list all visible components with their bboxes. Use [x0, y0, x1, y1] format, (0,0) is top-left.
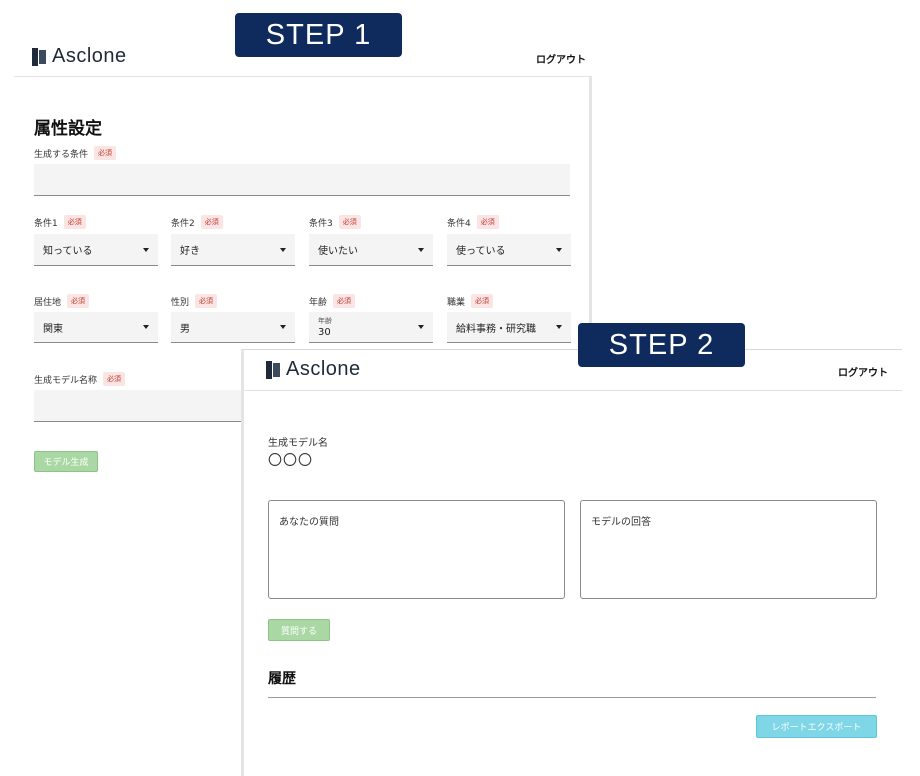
select-value: 30	[318, 327, 331, 338]
ask-question-button[interactable]: 質問する	[268, 619, 330, 641]
select-value: 男	[180, 323, 190, 335]
condition-3-label: 条件3 必須	[309, 215, 361, 229]
history-title: 履歴	[268, 671, 296, 687]
caret-down-icon	[280, 247, 286, 252]
field-label-text: 条件2	[171, 218, 195, 229]
textarea-placeholder: モデルの回答	[591, 517, 651, 528]
condition-4-label: 条件4 必須	[447, 215, 499, 229]
logo-mark-icon	[32, 47, 46, 66]
textarea-placeholder: あなたの質問	[279, 517, 339, 528]
occupation-label: 職業 必須	[447, 294, 494, 308]
required-badge: 必須	[338, 215, 361, 229]
required-badge: 必須	[333, 294, 356, 308]
field-label-text: 条件4	[447, 218, 471, 229]
logout-link[interactable]: ログアウト	[838, 364, 888, 379]
asclone-logo[interactable]: Asclone	[266, 358, 361, 381]
age-select[interactable]: 年齢 30	[309, 312, 433, 343]
field-label-text: 条件3	[309, 218, 333, 229]
logout-link[interactable]: ログアウト	[536, 51, 586, 66]
asclone-logo[interactable]: Asclone	[32, 45, 127, 68]
condition-2-label: 条件2 必須	[171, 215, 223, 229]
required-badge: 必須	[476, 215, 499, 229]
select-value: 知っている	[43, 246, 93, 257]
condition-4-select[interactable]: 使っている	[447, 234, 571, 266]
page-title: 属性設定	[34, 119, 102, 139]
logo-text: Asclone	[286, 358, 361, 380]
generate-model-button[interactable]: モデル生成	[34, 451, 98, 472]
logo-mark-icon	[266, 360, 280, 379]
occupation-select[interactable]: 給料事務・研究職	[447, 312, 571, 343]
gender-select[interactable]: 男	[171, 312, 295, 343]
field-label-text: 条件1	[34, 218, 58, 229]
select-value: 関東	[43, 323, 63, 335]
condition-1-select[interactable]: 知っている	[34, 234, 158, 266]
condition-3-select[interactable]: 使いたい	[309, 234, 433, 266]
required-badge: 必須	[63, 215, 86, 229]
caret-down-icon	[556, 247, 562, 252]
required-badge: 必須	[471, 294, 494, 308]
field-label-text: 年齢	[309, 297, 328, 308]
residence-label: 居住地 必須	[34, 294, 90, 308]
required-badge: 必須	[195, 294, 218, 308]
field-label-text: 居住地	[34, 297, 62, 308]
gender-label: 性別 必須	[171, 294, 218, 308]
select-floating-label: 年齢	[318, 317, 332, 325]
condition-1-label: 条件1 必須	[34, 215, 86, 229]
generate-condition-label: 生成する条件 必須	[34, 146, 117, 160]
residence-select[interactable]: 関東	[34, 312, 158, 343]
condition-2-select[interactable]: 好き	[171, 234, 295, 266]
model-name-value: 〇〇〇	[268, 453, 313, 469]
field-label-text: 性別	[171, 297, 190, 308]
required-badge: 必須	[103, 372, 126, 386]
question-textarea[interactable]: あなたの質問	[268, 500, 565, 599]
required-badge: 必須	[67, 294, 90, 308]
age-label: 年齢 必須	[309, 294, 356, 308]
field-label-text: 生成モデル名称	[34, 375, 98, 386]
model-name-label: 生成モデル名称 必須	[34, 372, 126, 386]
history-divider	[268, 697, 876, 698]
field-label-text: 生成する条件	[34, 149, 89, 160]
select-value: 給料事務・研究職	[456, 323, 536, 335]
model-name-label: 生成モデル名	[268, 438, 328, 449]
step2-badge: STEP 2	[578, 323, 745, 367]
caret-down-icon	[418, 325, 424, 329]
caret-down-icon	[143, 325, 149, 329]
caret-down-icon	[556, 325, 562, 329]
header-divider	[244, 390, 902, 391]
answer-textarea[interactable]: モデルの回答	[580, 500, 877, 599]
step2-screen: Asclone ログアウト 生成モデル名 〇〇〇 あなたの質問 モデルの回答 質…	[241, 349, 902, 776]
select-value: 好き	[180, 246, 200, 257]
logo-text: Asclone	[52, 45, 127, 67]
required-badge: 必須	[200, 215, 223, 229]
select-value: 使いたい	[318, 246, 358, 257]
required-badge: 必須	[94, 146, 117, 160]
export-report-button[interactable]: レポートエクスポート	[756, 715, 877, 738]
caret-down-icon	[418, 247, 424, 252]
field-label-text: 職業	[447, 297, 466, 308]
step1-badge: STEP 1	[235, 13, 402, 57]
caret-down-icon	[280, 325, 286, 329]
generate-condition-input[interactable]	[34, 164, 570, 196]
caret-down-icon	[143, 247, 149, 252]
select-value: 使っている	[456, 246, 506, 257]
